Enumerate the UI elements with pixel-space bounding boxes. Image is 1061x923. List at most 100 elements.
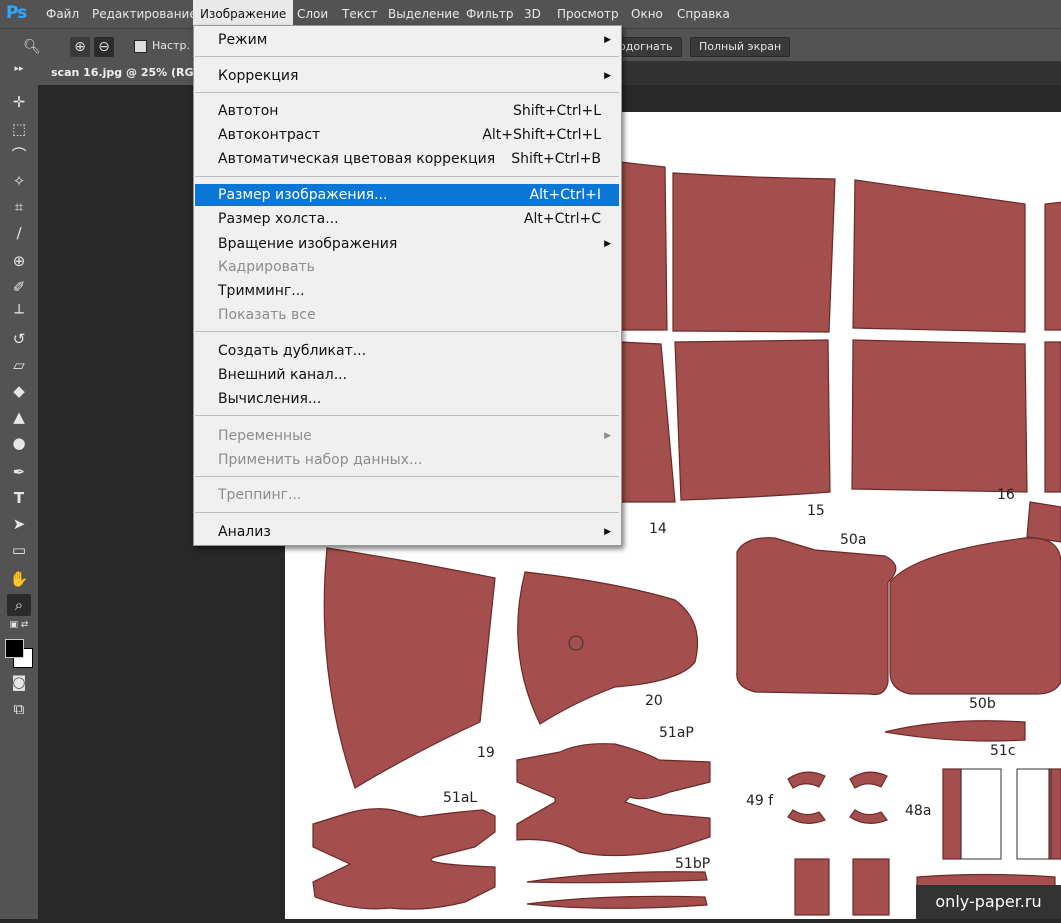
document-tab[interactable]: scan 16.jpg @ 25% (RGB/8 bbox=[38, 61, 207, 85]
menu-image[interactable]: Изображение bbox=[193, 0, 294, 28]
part-shape bbox=[1044, 201, 1061, 331]
menu-item-label: Автоконтраст bbox=[218, 127, 321, 143]
menu-item-canvas-size[interactable]: Размер холста... Alt+Ctrl+C bbox=[195, 208, 619, 230]
hand-tool-icon[interactable]: ✋ bbox=[7, 568, 31, 590]
move-tool-icon[interactable]: ✛ bbox=[7, 91, 31, 113]
menu-item-label: Применить набор данных... bbox=[218, 452, 423, 468]
shape-tool-icon[interactable]: ▭ bbox=[7, 539, 31, 561]
menu-type[interactable]: Текст bbox=[335, 0, 385, 28]
menu-edit[interactable]: Редактирование bbox=[85, 0, 204, 28]
menu-item-calculations[interactable]: Вычисления... bbox=[195, 388, 619, 410]
menu-item-apply-data-set[interactable]: Применить набор данных... bbox=[195, 449, 619, 471]
part-label-51bp: 51bP bbox=[675, 856, 710, 872]
screen-mode-icon[interactable]: ⧉ bbox=[7, 698, 31, 720]
marquee-tool-icon[interactable]: ⬚ bbox=[7, 118, 31, 140]
menu-file[interactable]: Файл bbox=[39, 0, 86, 28]
menu-item-mode[interactable]: Режим ▶ bbox=[195, 29, 619, 51]
part-label-15: 15 bbox=[807, 503, 825, 519]
collapse-panel-icon[interactable]: ▸▸ bbox=[7, 63, 31, 75]
menu-layers[interactable]: Слои bbox=[290, 0, 335, 28]
menu-item-label: Показать все bbox=[218, 307, 316, 323]
part-shape bbox=[526, 871, 708, 884]
part-shape bbox=[849, 771, 888, 789]
blur-tool-icon[interactable]: ▲ bbox=[7, 406, 31, 428]
part-shape bbox=[674, 339, 831, 501]
menu-item-reveal-all[interactable]: Показать все bbox=[195, 304, 619, 326]
history-brush-icon[interactable]: ↺ bbox=[7, 328, 31, 350]
menu-view[interactable]: Просмотр bbox=[550, 0, 626, 28]
part-label-14: 14 bbox=[649, 521, 667, 537]
menu-separator bbox=[195, 56, 619, 57]
part-label-48a: 48a bbox=[905, 803, 931, 819]
menu-item-label: Размер изображения... bbox=[218, 187, 388, 203]
dodge-tool-icon[interactable]: ● bbox=[7, 432, 31, 454]
default-colors-icon[interactable]: ▣ ⇄ bbox=[7, 619, 31, 631]
menu-item-duplicate[interactable]: Создать дубликат... bbox=[195, 340, 619, 362]
menu-select[interactable]: Выделение bbox=[381, 0, 466, 28]
menu-item-label: Размер холста... bbox=[218, 211, 339, 227]
fill-screen-button[interactable]: Полный экран bbox=[690, 37, 791, 57]
part-shape bbox=[516, 743, 711, 857]
menu-item-shortcut: Shift+Ctrl+L bbox=[513, 103, 601, 119]
menu-item-analysis[interactable]: Анализ ▶ bbox=[195, 521, 619, 543]
menu-help[interactable]: Справка bbox=[670, 0, 737, 28]
menu-item-adjustments[interactable]: Коррекция ▶ bbox=[195, 65, 619, 87]
clone-stamp-icon[interactable]: ┴ bbox=[7, 302, 31, 324]
watermark: only-paper.ru bbox=[916, 885, 1061, 919]
menu-item-crop[interactable]: Кадрировать bbox=[195, 256, 619, 278]
menu-item-image-rotation[interactable]: Вращение изображения ▶ bbox=[195, 233, 619, 255]
menu-item-variables[interactable]: Переменные ▶ bbox=[195, 425, 619, 447]
resize-windows-checkbox[interactable] bbox=[134, 40, 147, 53]
zoom-out-icon[interactable]: ⊖ bbox=[94, 37, 114, 57]
menu-item-auto-color[interactable]: Автоматическая цветовая коррекция Shift+… bbox=[195, 148, 619, 170]
image-menu-dropdown: Режим ▶ Коррекция ▶ Автотон Shift+Ctrl+L… bbox=[193, 25, 622, 546]
pen-tool-icon[interactable]: ✒ bbox=[7, 461, 31, 483]
part-shape bbox=[312, 808, 496, 910]
part-shape bbox=[787, 771, 826, 789]
part-outline bbox=[960, 768, 1002, 860]
menu-item-auto-tone[interactable]: Автотон Shift+Ctrl+L bbox=[195, 100, 619, 122]
menu-item-label: Создать дубликат... bbox=[218, 343, 367, 359]
healing-brush-icon[interactable]: ⊕ bbox=[7, 250, 31, 272]
submenu-arrow-icon: ▶ bbox=[604, 239, 611, 249]
foreground-color-swatch[interactable] bbox=[5, 639, 24, 658]
submenu-arrow-icon: ▶ bbox=[604, 71, 611, 81]
quick-mask-icon[interactable]: ◙ bbox=[7, 671, 31, 693]
lasso-tool-icon[interactable]: ⌒ bbox=[7, 144, 31, 166]
part-shape bbox=[517, 571, 699, 725]
menu-separator bbox=[195, 512, 619, 513]
part-label-49f: 49 f bbox=[746, 793, 774, 809]
eraser-tool-icon[interactable]: ▱ bbox=[7, 354, 31, 376]
menu-item-shortcut: Alt+Ctrl+I bbox=[529, 187, 601, 203]
brush-tool-icon[interactable]: ✐ bbox=[7, 276, 31, 298]
menu-item-trap[interactable]: Треппинг... bbox=[195, 484, 619, 506]
menu-item-label: Кадрировать bbox=[218, 259, 315, 275]
menu-item-shortcut: Alt+Ctrl+C bbox=[523, 211, 601, 227]
paint-bucket-icon[interactable]: ◆ bbox=[7, 380, 31, 402]
part-label-50b: 50b bbox=[969, 696, 996, 712]
eyedropper-icon[interactable]: ∕ bbox=[7, 222, 31, 244]
part-shape bbox=[323, 547, 496, 789]
menu-item-label: Переменные bbox=[218, 428, 312, 444]
menu-item-trim[interactable]: Тримминг... bbox=[195, 280, 619, 302]
menu-item-auto-contrast[interactable]: Автоконтраст Alt+Shift+Ctrl+L bbox=[195, 124, 619, 146]
menu-filter[interactable]: Фильтр bbox=[459, 0, 520, 28]
path-selection-icon[interactable]: ➤ bbox=[7, 513, 31, 535]
part-label-16: 16 bbox=[997, 487, 1015, 503]
part-shape bbox=[851, 339, 1028, 493]
menu-item-label: Автоматическая цветовая коррекция bbox=[218, 151, 496, 167]
zoom-tool-preset-icon[interactable]: 🔍︎ bbox=[22, 37, 42, 57]
menu-item-image-size[interactable]: Размер изображения... Alt+Ctrl+I bbox=[195, 184, 619, 206]
menu-item-label: Режим bbox=[218, 32, 268, 48]
tools-panel: ▸▸ ✛ ⬚ ⌒ ✧ ⌗ ∕ ⊕ ✐ ┴ ↺ ▱ ◆ ▲ ● ✒ T ➤ ▭ ✋… bbox=[0, 61, 39, 919]
menu-item-label: Коррекция bbox=[218, 68, 299, 84]
menu-item-apply-image[interactable]: Внешний канал... bbox=[195, 364, 619, 386]
menu-item-label: Вычисления... bbox=[218, 391, 322, 407]
menu-window[interactable]: Окно bbox=[624, 0, 670, 28]
menu-3d[interactable]: 3D bbox=[517, 0, 548, 28]
type-tool-icon[interactable]: T bbox=[7, 487, 31, 509]
crop-tool-icon[interactable]: ⌗ bbox=[7, 196, 31, 218]
zoom-tool-icon[interactable]: ⌕ bbox=[7, 594, 31, 616]
magic-wand-icon[interactable]: ✧ bbox=[7, 170, 31, 192]
zoom-in-icon[interactable]: ⊕ bbox=[70, 37, 90, 57]
